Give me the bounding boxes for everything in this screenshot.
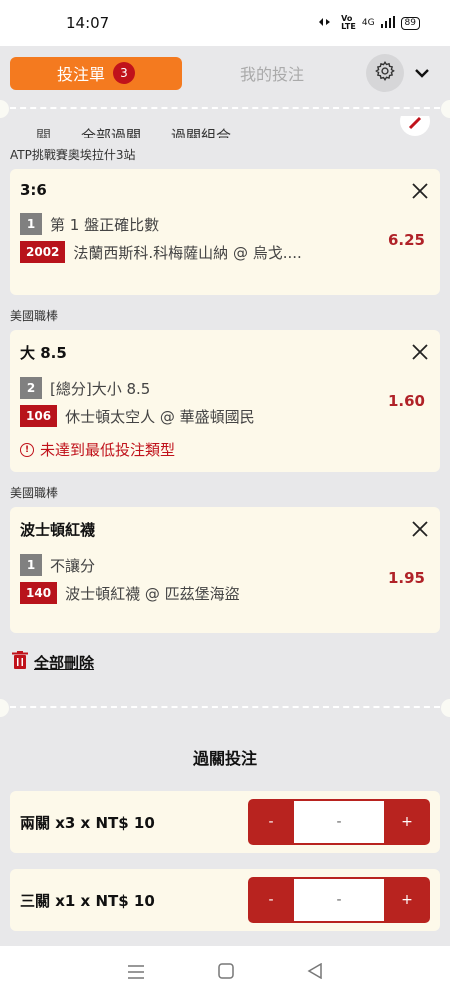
bet-card: 波士頓紅襪 1 不讓分 140 波士頓紅襪 @ 匹茲堡海盜 1.95 [10,507,440,633]
parlay-section-title: 過關投注 [192,749,257,768]
home-nav-button[interactable] [218,963,234,983]
bet-match-row: 2002 法蘭西斯科.科梅薩山納 @ 烏戈.... [20,241,430,263]
bet-selection-title: 3:6 [20,181,47,199]
system-nav-bar [0,946,450,1000]
bet-market-row: 1 第 1 盤正確比數 [20,213,430,235]
status-icons: Vo LTE 4G 89 [317,15,420,31]
back-nav-button[interactable] [307,962,323,983]
parlay-row-label: 三關 x1 x NT$ 10 [20,891,155,910]
gear-icon [374,60,396,86]
subtab-all-parlay[interactable]: 全部過關 [81,125,141,138]
pencil-icon [400,116,430,138]
match-code-tag: 140 [20,582,58,604]
collapse-button[interactable] [414,64,430,83]
stake-input[interactable]: - [294,799,384,845]
signal-icon [380,15,395,31]
match-name: 法蘭西斯科.科梅薩山納 @ 烏戈.... [73,243,302,262]
match-name: 休士頓太空人 @ 華盛頓國民 [65,407,255,426]
parlay-subtabs: 關 全部過關 過關組合 [0,116,450,138]
bet-market-row: 2 [總分]大小 8.5 [20,377,430,399]
bet-card: 大 8.5 2 [總分]大小 8.5 106 休士頓太空人 @ 華盛頓國民 ! … [10,330,440,472]
bet-card: 3:6 1 第 1 盤正確比數 2002 法蘭西斯科.科梅薩山納 @ 烏戈...… [10,169,440,295]
bet-match-row: 140 波士頓紅襪 @ 匹茲堡海盜 [20,582,430,604]
warning-text: 未達到最低投注類型 [40,441,176,459]
delete-all-label: 全部刪除 [34,653,95,672]
decrement-button[interactable]: - [248,877,294,923]
market-number-tag: 2 [20,377,42,399]
subtab-parlay-combo[interactable]: 過關組合 [171,125,231,138]
chevron-down-icon [414,64,430,83]
parlay-row-label: 兩關 x3 x NT$ 10 [20,813,155,832]
status-bar: 14:07 Vo LTE 4G 89 [0,0,450,46]
bet-odds: 1.95 [387,569,425,587]
match-code-tag: 2002 [20,241,66,263]
subtab-partial[interactable]: 關 [36,125,51,138]
bet-market-row: 1 不讓分 [20,554,430,576]
edit-button[interactable] [400,116,430,136]
bet-match-row: 106 休士頓太空人 @ 華盛頓國民 [20,405,430,427]
decrement-button[interactable]: - [248,799,294,845]
nfc-icon [317,16,335,31]
market-name: [總分]大小 8.5 [50,379,151,398]
battery-icon: 89 [400,16,420,30]
bet-odds: 6.25 [387,231,425,249]
league-label: ATP挑戰賽奧埃拉什3站 [10,148,136,162]
close-icon [412,344,428,364]
stake-stepper: - - + [248,877,430,923]
bet-selection-title: 波士頓紅襪 [20,521,96,539]
league-label: 美國職棒 [10,309,59,323]
stake-stepper: - - + [248,799,430,845]
remove-bet-button[interactable] [412,183,428,199]
menu-nav-button[interactable] [127,964,145,983]
close-icon [412,521,428,541]
market-number-tag: 1 [20,554,42,576]
close-icon [412,183,428,203]
match-code-tag: 106 [20,405,58,427]
tab-my-bets[interactable]: 我的投注 [182,61,362,85]
match-name: 波士頓紅襪 @ 匹茲堡海盜 [65,584,240,603]
increment-button[interactable]: + [384,799,430,845]
remove-bet-button[interactable] [412,344,428,360]
remove-bet-button[interactable] [412,521,428,537]
increment-button[interactable]: + [384,877,430,923]
trash-icon [12,651,28,673]
perforation-divider [0,699,450,717]
market-number-tag: 1 [20,213,42,235]
bet-warning: ! 未達到最低投注類型 [20,439,430,460]
perforation-divider [0,100,450,118]
parlay-row: 兩關 x3 x NT$ 10 - - + [10,791,440,853]
alert-circle-icon: ! [20,442,34,457]
league-label: 美國職棒 [10,486,59,500]
settings-button[interactable] [366,54,404,92]
volte-icon: Vo LTE [341,14,356,31]
parlay-row: 三關 x1 x NT$ 10 - - + [10,869,440,931]
tab-betslip-label: 投注單 [56,65,105,84]
betslip-count-badge: 3 [113,62,135,84]
network-label: 4G [361,18,375,28]
delete-all-button[interactable]: 全部刪除 [0,633,450,673]
bet-odds: 1.60 [387,392,425,410]
betslip-sheet: 投注單 3 我的投注 關 全部過關 過關組合 ATP挑戰賽奧埃拉什3站 3:6 … [0,46,450,946]
market-name: 不讓分 [50,556,96,575]
stake-input[interactable]: - [294,877,384,923]
status-time: 14:07 [66,14,110,32]
sheet-header: 投注單 3 我的投注 [0,46,450,100]
market-name: 第 1 盤正確比數 [50,215,160,234]
bet-selection-title: 大 8.5 [20,344,67,362]
tab-betslip[interactable]: 投注單 3 [10,56,182,90]
